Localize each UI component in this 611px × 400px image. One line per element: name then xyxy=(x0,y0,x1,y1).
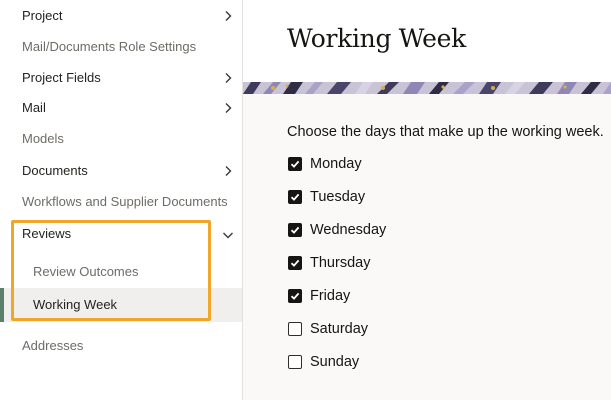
page-header: Working Week xyxy=(243,0,611,82)
chevron-right-icon xyxy=(225,11,232,21)
checkbox-checked[interactable] xyxy=(288,256,302,270)
chevron-down-icon xyxy=(223,232,233,239)
day-wednesday[interactable]: Wednesday xyxy=(287,222,487,240)
checkbox-checked[interactable] xyxy=(288,190,302,204)
instructions-text: Choose the days that make up the working… xyxy=(287,124,604,140)
sidebar-item-mail-documents-role-settings[interactable]: Mail/Documents Role Settings xyxy=(0,39,242,55)
sidebar-item-project[interactable]: Project xyxy=(0,8,242,24)
checkmark-icon xyxy=(290,226,300,234)
sidebar-item-label: Mail/Documents Role Settings xyxy=(22,39,197,54)
checkmark-icon xyxy=(290,292,300,300)
day-label: Sunday xyxy=(310,354,360,370)
chevron-right-icon xyxy=(225,73,232,83)
sidebar-item-documents[interactable]: Documents xyxy=(0,163,242,179)
sidebar-item-label: Addresses xyxy=(22,338,84,353)
chevron-right-icon xyxy=(225,166,232,176)
sidebar-item-review-outcomes[interactable]: Review Outcomes xyxy=(0,264,242,280)
sidebar-item-label: Documents xyxy=(22,163,88,178)
sidebar-item-label: Reviews xyxy=(22,226,72,241)
day-label: Tuesday xyxy=(310,189,366,205)
sidebar-item-label: Workflows and Supplier Documents xyxy=(22,194,228,209)
day-label: Monday xyxy=(310,156,362,172)
decorative-banner xyxy=(243,82,611,94)
settings-sidebar: Project Mail/Documents Role Settings Pro… xyxy=(0,0,243,400)
page-title: Working Week xyxy=(287,24,466,53)
day-sunday[interactable]: Sunday xyxy=(287,354,487,372)
day-label: Saturday xyxy=(310,321,369,337)
checkbox-checked[interactable] xyxy=(288,157,302,171)
checkbox-unchecked[interactable] xyxy=(288,355,302,369)
sidebar-item-addresses[interactable]: Addresses xyxy=(0,338,242,354)
main-content: Working Week Choose the days that make u… xyxy=(243,0,611,400)
sidebar-item-models[interactable]: Models xyxy=(0,131,242,147)
checkmark-icon xyxy=(290,193,300,201)
day-saturday[interactable]: Saturday xyxy=(287,321,487,339)
checkmark-icon xyxy=(290,259,300,267)
checkbox-checked[interactable] xyxy=(288,289,302,303)
day-friday[interactable]: Friday xyxy=(287,288,487,306)
day-label: Thursday xyxy=(310,255,371,271)
sidebar-item-label: Project xyxy=(22,8,63,23)
sidebar-item-label: Review Outcomes xyxy=(33,264,139,279)
day-monday[interactable]: Monday xyxy=(287,156,487,174)
sidebar-item-working-week[interactable]: Working Week xyxy=(0,297,242,313)
day-label: Wednesday xyxy=(310,222,387,238)
chevron-right-icon xyxy=(225,103,232,113)
checkbox-unchecked[interactable] xyxy=(288,322,302,336)
day-label: Friday xyxy=(310,288,351,304)
sidebar-item-workflows-and-supplier-documents[interactable]: Workflows and Supplier Documents xyxy=(0,194,242,210)
sidebar-item-reviews[interactable]: Reviews xyxy=(0,226,242,242)
sidebar-item-label: Working Week xyxy=(33,297,118,312)
sidebar-item-project-fields[interactable]: Project Fields xyxy=(0,70,242,86)
day-tuesday[interactable]: Tuesday xyxy=(287,189,487,207)
sidebar-item-label: Models xyxy=(22,131,64,146)
sidebar-item-mail[interactable]: Mail xyxy=(0,100,242,116)
sidebar-item-label: Project Fields xyxy=(22,70,101,85)
sidebar-item-label: Mail xyxy=(22,100,46,115)
checkmark-icon xyxy=(290,160,300,168)
checkbox-checked[interactable] xyxy=(288,223,302,237)
day-thursday[interactable]: Thursday xyxy=(287,255,487,273)
